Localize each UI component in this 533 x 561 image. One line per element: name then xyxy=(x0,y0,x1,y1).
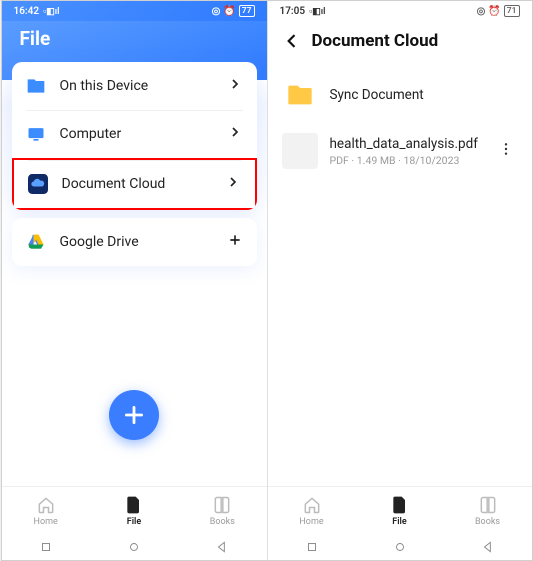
vibrate-icon: ◎ xyxy=(212,6,221,17)
file-thumbnail xyxy=(282,133,318,169)
nav-file[interactable]: File xyxy=(356,487,444,534)
external-source-list: Google Drive xyxy=(12,218,257,266)
file-item[interactable]: health_data_analysis.pdf PDF · 1.49 MB ·… xyxy=(268,123,532,179)
recent-apps-button[interactable] xyxy=(305,540,319,554)
back-button[interactable] xyxy=(481,540,495,554)
header: Document Cloud xyxy=(268,21,532,63)
back-button[interactable] xyxy=(215,540,229,554)
chevron-right-icon xyxy=(225,174,241,194)
chevron-left-icon xyxy=(282,31,302,51)
file-name: health_data_analysis.pdf xyxy=(330,136,494,152)
source-computer[interactable]: Computer xyxy=(12,110,257,158)
source-on-this-device[interactable]: On this Device xyxy=(12,62,257,110)
alarm-icon: ⏰ xyxy=(223,6,235,17)
status-bar: 17:05 ▫◧ıl ◎ ⏰ 71 xyxy=(268,1,532,21)
plus-icon xyxy=(121,402,147,428)
signal-icon: ▫◧ıl xyxy=(43,6,59,17)
fab-add-button[interactable] xyxy=(109,390,159,440)
nav-label: File xyxy=(127,517,141,527)
battery-indicator: 77 xyxy=(239,5,255,17)
nav-file[interactable]: File xyxy=(90,487,178,534)
nav-label: Books xyxy=(210,517,235,527)
screen-file-browser: 16:42 ▫◧ıl ◎ ⏰ 77 File On this Device xyxy=(2,1,267,560)
bottom-nav: Home File Books xyxy=(2,486,267,534)
nav-books[interactable]: Books xyxy=(178,487,266,534)
more-vertical-icon xyxy=(498,141,514,157)
nav-home[interactable]: Home xyxy=(2,487,90,534)
item-label: Sync Document xyxy=(330,87,518,103)
bottom-nav: Home File Books xyxy=(268,486,532,534)
screen-document-cloud: 17:05 ▫◧ıl ◎ ⏰ 71 Document Cloud xyxy=(267,1,532,560)
status-time: 17:05 xyxy=(280,6,306,17)
plus-icon xyxy=(227,232,243,252)
signal-icon: ▫◧ıl xyxy=(309,6,325,17)
cloud-file-list: Sync Document health_data_analysis.pdf P… xyxy=(268,63,532,183)
cloud-icon xyxy=(28,174,48,194)
file-icon xyxy=(124,495,144,515)
home-icon xyxy=(302,495,322,515)
chevron-right-icon xyxy=(227,76,243,96)
item-label: Google Drive xyxy=(60,234,227,250)
alarm-icon: ⏰ xyxy=(488,6,500,17)
home-icon xyxy=(36,495,56,515)
folder-icon xyxy=(26,76,46,96)
recent-apps-button[interactable] xyxy=(39,540,53,554)
nav-label: Home xyxy=(299,517,323,527)
source-document-cloud[interactable]: Document Cloud xyxy=(12,158,257,210)
home-button[interactable] xyxy=(127,540,141,554)
nav-label: Home xyxy=(34,517,58,527)
google-drive-icon xyxy=(26,232,46,252)
computer-icon xyxy=(26,124,46,144)
page-title: Document Cloud xyxy=(312,31,439,51)
nav-home[interactable]: Home xyxy=(268,487,356,534)
system-nav-bar xyxy=(268,534,532,560)
books-icon xyxy=(212,495,232,515)
folder-icon xyxy=(282,77,318,113)
back-button[interactable] xyxy=(282,31,302,51)
item-label: On this Device xyxy=(60,78,227,94)
battery-indicator: 71 xyxy=(504,5,520,17)
nav-label: Books xyxy=(475,517,500,527)
books-icon xyxy=(478,495,498,515)
file-icon xyxy=(390,495,410,515)
home-button[interactable] xyxy=(393,540,407,554)
status-time: 16:42 xyxy=(14,6,40,17)
more-options-button[interactable] xyxy=(494,137,518,165)
item-label: Computer xyxy=(60,126,227,142)
vibrate-icon: ◎ xyxy=(477,6,486,17)
status-bar: 16:42 ▫◧ıl ◎ ⏰ 77 xyxy=(2,1,267,21)
nav-books[interactable]: Books xyxy=(444,487,532,534)
folder-sync-document[interactable]: Sync Document xyxy=(268,67,532,123)
source-google-drive[interactable]: Google Drive xyxy=(12,218,257,266)
chevron-right-icon xyxy=(227,124,243,144)
system-nav-bar xyxy=(2,534,267,560)
nav-label: File xyxy=(392,517,406,527)
storage-source-list: On this Device Computer xyxy=(12,62,257,210)
file-meta: PDF · 1.49 MB · 18/10/2023 xyxy=(330,154,494,167)
page-title: File xyxy=(20,27,249,50)
item-label: Document Cloud xyxy=(62,176,225,192)
